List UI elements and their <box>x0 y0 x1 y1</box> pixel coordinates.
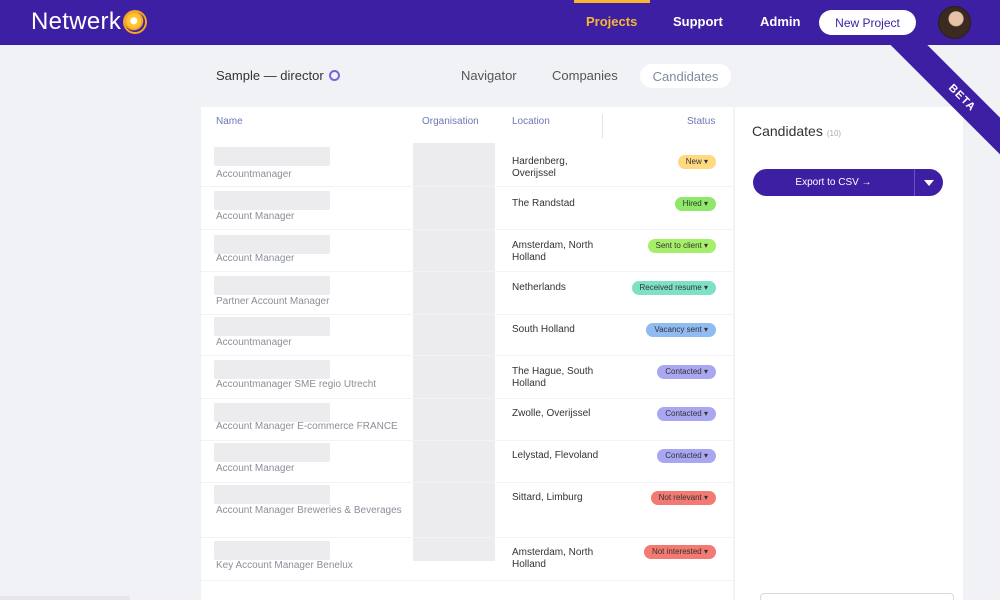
name-placeholder <box>214 191 330 210</box>
row-divider <box>201 355 733 356</box>
row-divider <box>201 271 733 272</box>
column-divider <box>602 114 603 138</box>
candidate-location: Sittard, Limburg <box>512 492 583 503</box>
candidate-name[interactable]: Accountmanager <box>216 336 411 349</box>
status-dropdown[interactable]: New ▾ <box>677 155 716 169</box>
row-divider <box>201 398 733 399</box>
column-header-status[interactable]: Status <box>687 116 715 127</box>
panel-title-text: Candidates <box>752 123 823 139</box>
candidate-count: (10) <box>826 129 842 138</box>
status-dropdown[interactable]: Vacancy sent ▾ <box>646 323 716 337</box>
panel-title: Candidates (10) <box>752 123 841 139</box>
candidate-location: The Randstad <box>512 198 575 209</box>
status-dropdown[interactable]: Contacted ▾ <box>657 407 716 421</box>
candidate-location: The Hague, South Holland <box>512 366 594 389</box>
name-placeholder <box>214 147 330 166</box>
status-dropdown[interactable]: Not relevant ▾ <box>650 491 716 505</box>
name-placeholder <box>214 541 330 560</box>
row-divider <box>201 482 733 483</box>
candidate-location: Netherlands <box>512 282 566 293</box>
candidate-name[interactable]: Key Account Manager Benelux <box>216 559 411 572</box>
candidate-location: Hardenberg, Overijssel <box>512 156 568 179</box>
candidate-location: South Holland <box>512 324 575 335</box>
row-divider <box>201 229 733 230</box>
nav-projects[interactable]: Projects <box>586 14 637 29</box>
candidate-name[interactable]: Account Manager <box>216 462 411 475</box>
tab-navigator[interactable]: Navigator <box>461 68 517 83</box>
column-header-name[interactable]: Name <box>216 116 243 127</box>
beta-ribbon-container: BETA <box>860 45 1000 185</box>
bottom-edge-strip <box>0 596 130 600</box>
row-divider <box>201 186 733 187</box>
name-placeholder <box>214 485 330 504</box>
candidate-name[interactable]: Account Manager <box>216 210 411 223</box>
candidate-name[interactable]: Partner Account Manager <box>216 295 411 308</box>
logo-text: Netwerk <box>31 8 122 35</box>
panel-input-box[interactable] <box>760 593 954 600</box>
project-title: Sample — director <box>216 68 340 83</box>
new-project-button[interactable]: New Project <box>819 10 916 35</box>
candidate-location: Zwolle, Overijssel <box>512 408 591 419</box>
row-divider <box>201 440 733 441</box>
name-placeholder <box>214 443 330 462</box>
column-header-organisation[interactable]: Organisation <box>422 116 479 127</box>
row-divider <box>201 537 733 538</box>
status-dropdown[interactable]: Hired ▾ <box>674 197 716 211</box>
app-logo[interactable]: Netwerk <box>31 8 148 36</box>
status-dropdown[interactable]: Contacted ▾ <box>657 449 716 463</box>
status-dropdown[interactable]: Not interested ▾ <box>643 545 716 559</box>
candidate-location: Amsterdam, North Holland <box>512 547 594 570</box>
candidate-location: Amsterdam, North Holland <box>512 240 594 263</box>
candidate-name[interactable]: Account Manager <box>216 252 411 265</box>
status-dropdown[interactable]: Sent to client ▾ <box>647 239 716 253</box>
name-placeholder <box>214 360 330 379</box>
candidate-location: Lelystad, Flevoland <box>512 450 599 461</box>
nav-admin[interactable]: Admin <box>760 14 800 29</box>
candidate-name[interactable]: Accountmanager SME regio Utrecht <box>216 378 411 391</box>
row-divider <box>201 314 733 315</box>
name-placeholder <box>214 276 330 295</box>
column-header-location[interactable]: Location <box>512 116 550 127</box>
logo-icon <box>123 10 148 34</box>
settings-gear-icon[interactable] <box>328 70 340 81</box>
tab-candidates[interactable]: Candidates <box>640 64 731 88</box>
candidate-name[interactable]: Account Manager Breweries & Beverages <box>216 504 411 517</box>
beta-ribbon: BETA <box>889 45 1000 171</box>
name-placeholder <box>214 317 330 336</box>
status-dropdown[interactable]: Received resume ▾ <box>631 281 716 295</box>
status-dropdown[interactable]: Contacted ▾ <box>657 365 716 379</box>
candidate-name[interactable]: Accountmanager <box>216 168 411 181</box>
tab-companies[interactable]: Companies <box>552 68 618 83</box>
row-divider <box>201 580 733 581</box>
user-avatar[interactable] <box>938 6 971 39</box>
organisation-column-placeholder <box>413 143 495 561</box>
candidate-name[interactable]: Account Manager E-commerce FRANCE <box>216 420 411 433</box>
nav-support[interactable]: Support <box>673 14 723 29</box>
project-title-text: Sample — director <box>216 68 324 83</box>
active-nav-indicator <box>574 0 650 3</box>
